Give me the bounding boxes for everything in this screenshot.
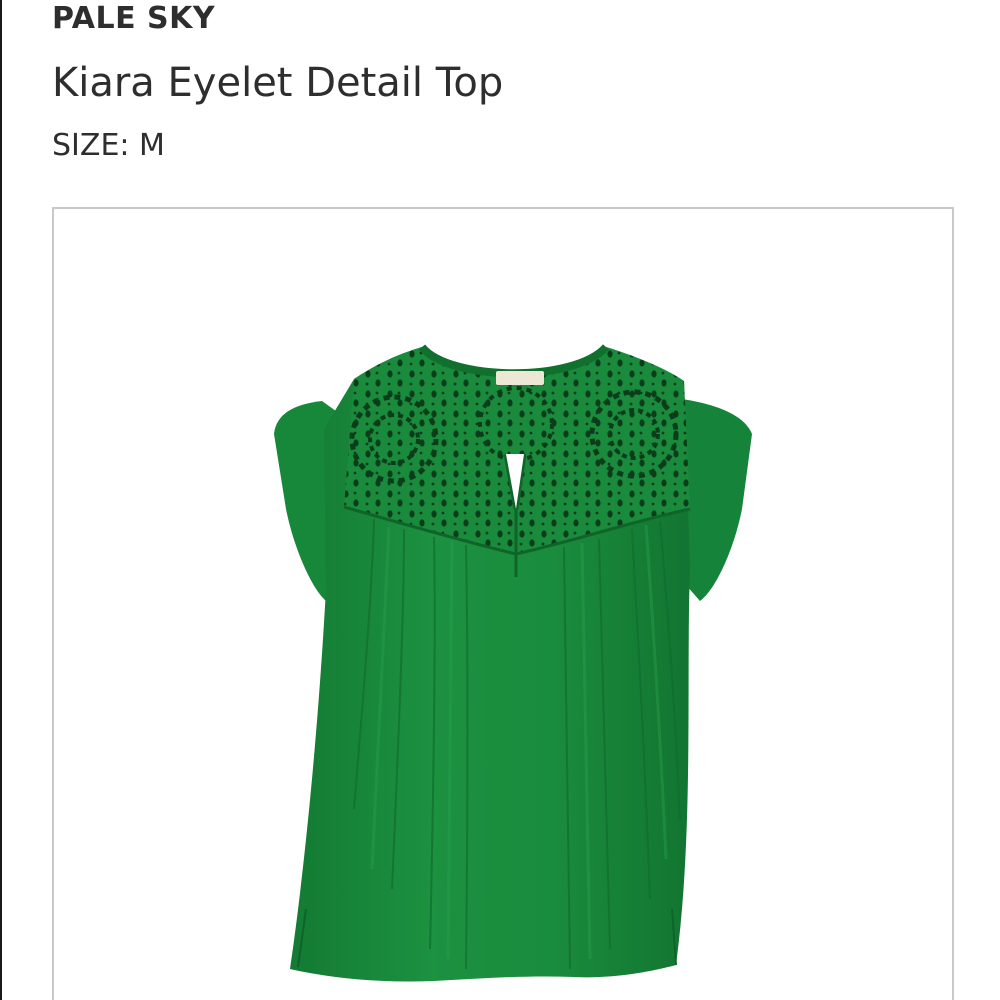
product-size: SIZE: M — [52, 128, 165, 163]
product-title: Kiara Eyelet Detail Top — [52, 60, 504, 106]
green-top-image-icon — [274, 344, 752, 982]
product-card: PALE SKY Kiara Eyelet Detail Top SIZE: M — [0, 0, 1000, 1000]
product-image[interactable] — [52, 207, 954, 1000]
product-brand: PALE SKY — [52, 1, 216, 36]
